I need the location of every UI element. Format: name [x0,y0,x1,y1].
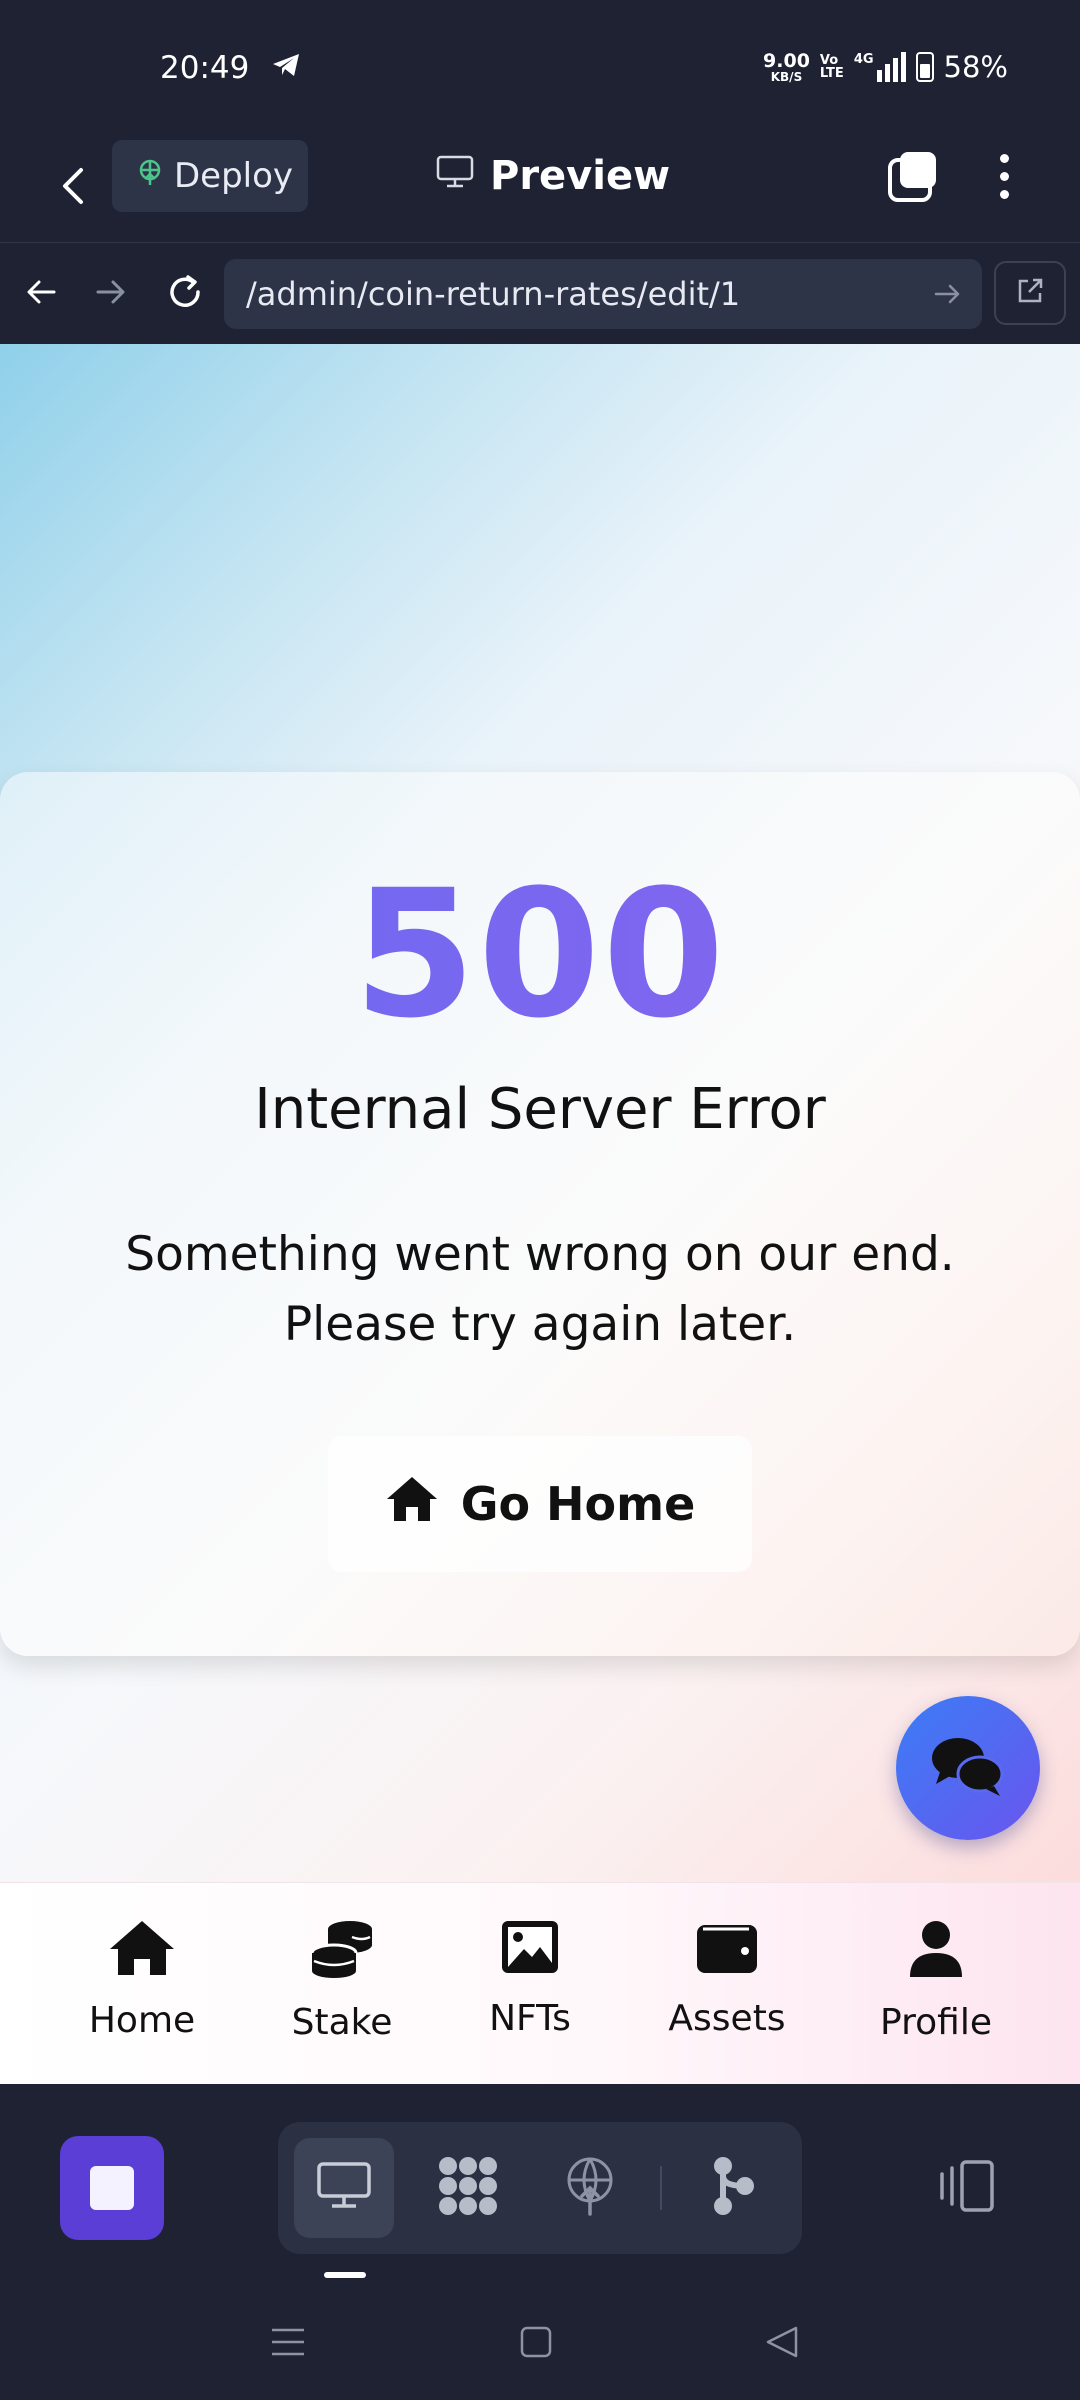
nav-item-profile[interactable]: Profile [851,1919,1021,2043]
triangle-back-icon [764,2325,800,2363]
reload-icon[interactable] [160,267,210,317]
monitor-icon [436,153,474,199]
nav-item-nfts[interactable]: NFTs [445,1919,615,2039]
nav-item-stake[interactable]: Stake [257,1919,427,2043]
tabs-switcher-button[interactable] [884,146,944,206]
browser-back-icon[interactable] [16,267,66,317]
separator [660,2166,662,2210]
status-time-group: 20:49 [160,50,301,86]
clock: 20:49 [160,50,250,86]
app-header: Deploy Preview [0,130,1080,242]
status-indicators: 9.00 KB/S Vo LTE 4G 58% [763,50,1008,84]
status-bar: 20:49 9.00 KB/S Vo LTE 4G 58% [0,0,1080,130]
volte-indicator: Vo LTE [819,53,844,81]
url-go-icon[interactable] [934,277,962,319]
browser-forward-icon[interactable] [86,267,136,317]
preview-label: Preview [490,153,671,199]
web-preview: 500 Internal Server Error Something went… [0,344,1080,1882]
chat-bubbles-icon [930,1734,1006,1802]
tab-deploy[interactable] [540,2138,640,2238]
image-icon [500,1919,560,1984]
browser-url-bar: /admin/coin-return-rates/edit/1 [0,242,1080,344]
wallet-icon [695,1919,759,1984]
home-icon [385,1475,439,1534]
tab-desktop-preview[interactable] [294,2138,394,2238]
url-input[interactable]: /admin/coin-return-rates/edit/1 [224,259,982,329]
deploy-label: Deploy [174,156,294,196]
monitor-icon [316,2161,372,2215]
battery-icon [915,52,934,82]
bottom-navigation: Home Stake NFTs Assets Profile [0,1882,1080,2084]
error-title: Internal Server Error [254,1077,826,1142]
grid-dots-icon [436,2154,500,2222]
coins-icon [310,1919,374,1988]
go-home-button[interactable]: Go Home [328,1436,752,1572]
url-text: /admin/coin-return-rates/edit/1 [246,275,741,313]
telegram-icon [271,50,301,86]
preview-title: Preview [436,140,670,212]
error-code: 500 [0,852,1080,1057]
deploy-button[interactable]: Deploy [112,140,308,212]
split-view-icon [936,2160,1000,2222]
view-switcher [278,2122,802,2254]
deploy-globe-icon [136,156,164,196]
network-speed: 9.00 KB/S [763,49,810,84]
system-navigation [0,2284,1080,2400]
chat-fab-button[interactable] [896,1696,1040,1840]
system-back-button[interactable] [752,2314,812,2374]
open-external-button[interactable] [994,261,1066,325]
tab-workspace[interactable] [418,2138,518,2238]
square-icon [519,2325,553,2363]
stop-button[interactable] [60,2136,164,2240]
globe-deploy-icon [562,2156,618,2220]
home-icon [108,1919,176,1986]
git-branch-icon [709,2156,759,2220]
active-tab-indicator [324,2272,366,2278]
ide-toolbar [0,2084,1080,2284]
layout-toggle-button[interactable] [936,2154,1000,2218]
home-nav-button[interactable] [506,2314,566,2374]
menu-lines-icon [270,2326,306,2362]
error-card: 500 Internal Server Error Something went… [0,772,1080,1656]
external-link-icon [1015,276,1045,310]
more-menu-button[interactable] [984,146,1024,206]
battery-level: 58% [943,50,1008,84]
error-message: Something went wrong on our end. Please … [125,1227,955,1352]
back-button[interactable] [50,154,94,218]
tab-git[interactable] [684,2138,784,2238]
signal-icon: 4G [854,52,906,82]
go-home-label: Go Home [460,1477,696,1531]
recents-button[interactable] [258,2314,318,2374]
nav-item-assets[interactable]: Assets [642,1919,812,2039]
stop-icon [90,2166,134,2210]
user-icon [908,1919,964,1988]
nav-item-home[interactable]: Home [57,1919,227,2041]
